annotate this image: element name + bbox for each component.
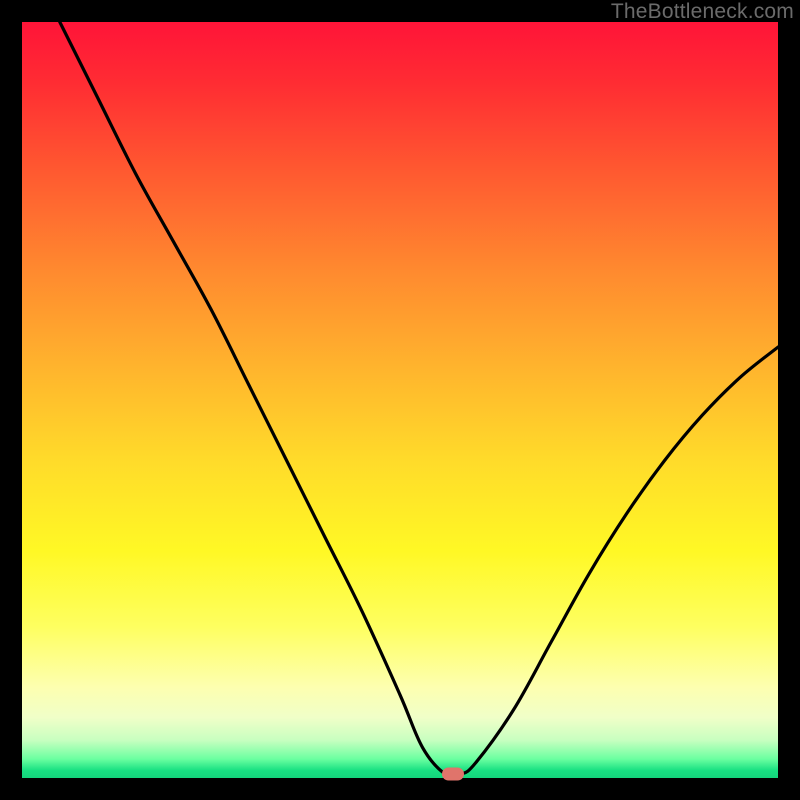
- chart-frame: TheBottleneck.com: [0, 0, 800, 800]
- bottleneck-curve: [22, 22, 778, 778]
- chart-plot-area: [22, 22, 778, 778]
- optimal-point-marker: [442, 768, 464, 781]
- watermark-text: TheBottleneck.com: [611, 0, 794, 24]
